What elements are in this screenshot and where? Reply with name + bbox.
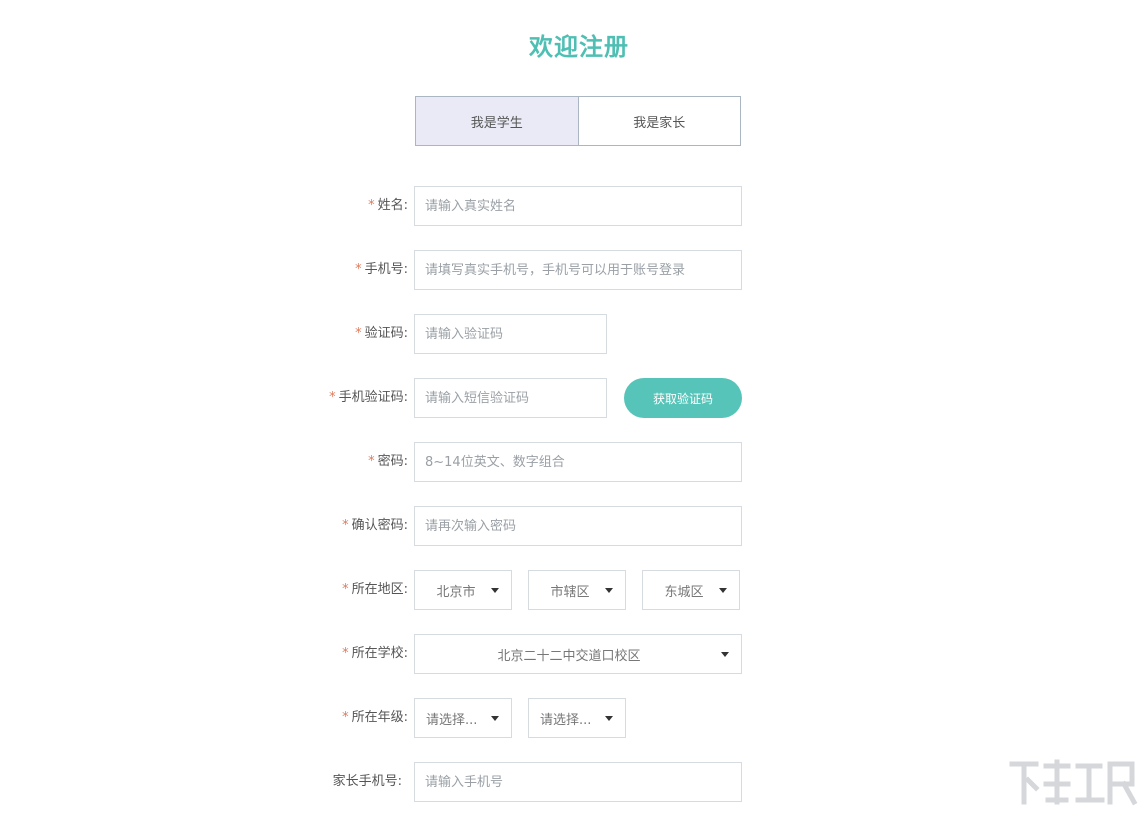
chevron-down-icon: [491, 716, 499, 721]
required-mark: *: [342, 646, 349, 661]
required-mark: *: [342, 710, 349, 725]
parent-phone-row: 家长手机号:: [0, 762, 1144, 802]
captcha-input[interactable]: [414, 314, 607, 354]
register-page: 欢迎注册 我是学生 我是家长 *姓名: *手机号: *验证码: *手机验证码: …: [0, 0, 1144, 814]
name-row: * 姓名:: [0, 186, 1144, 226]
name-label: * 姓名:: [368, 198, 408, 213]
role-tabs: 我是学生 我是家长: [415, 96, 741, 146]
required-mark: *: [342, 518, 349, 533]
required-mark: *: [368, 454, 375, 469]
watermark-logo-icon: [1009, 759, 1138, 806]
sms-code-label: * 手机验证码:: [329, 390, 408, 405]
phone-input[interactable]: [414, 250, 742, 290]
confirm-password-input[interactable]: [414, 506, 742, 546]
school-select[interactable]: 北京二十二中交道口校区: [414, 634, 742, 674]
confirm-password-label: * 确认密码:: [342, 518, 408, 533]
captcha-row: * 验证码:: [0, 314, 1144, 354]
school-value: 北京二十二中交道口校区: [497, 648, 641, 664]
city-select[interactable]: 北京市: [414, 570, 512, 610]
required-mark: *: [355, 262, 362, 277]
name-input[interactable]: [414, 186, 742, 226]
class-select[interactable]: 请选择...: [528, 698, 626, 738]
chevron-down-icon: [605, 716, 613, 721]
region-row: * 所在地区: 北京市 市辖区 东城区: [0, 570, 1144, 610]
school-label: * 所在学校:: [342, 646, 408, 661]
area-select[interactable]: 东城区: [642, 570, 740, 610]
phone-row: * 手机号:: [0, 250, 1144, 290]
parent-phone-input[interactable]: [414, 762, 742, 802]
required-mark: *: [329, 390, 336, 405]
sms-code-input[interactable]: [414, 378, 607, 418]
phone-label: * 手机号:: [355, 262, 408, 277]
chevron-down-icon: [721, 652, 729, 657]
tab-student[interactable]: 我是学生: [416, 97, 579, 145]
password-label: * 密码:: [368, 454, 408, 469]
chevron-down-icon: [719, 588, 727, 593]
password-row: * 密码:: [0, 442, 1144, 482]
grade-label: * 所在年级:: [342, 710, 408, 725]
tab-parent[interactable]: 我是家长: [579, 97, 741, 145]
captcha-label: * 验证码:: [355, 326, 408, 341]
chevron-down-icon: [491, 588, 499, 593]
region-label: * 所在地区:: [342, 582, 408, 597]
grade-select[interactable]: 请选择...: [414, 698, 512, 738]
district-select[interactable]: 市辖区: [528, 570, 626, 610]
sms-code-row: *手机验证码: 获取验证码: [0, 378, 1144, 418]
chevron-down-icon: [605, 588, 613, 593]
get-sms-code-button[interactable]: 获取验证码: [624, 378, 742, 418]
school-row: * 所在学校: 北京二十二中交道口校区: [0, 634, 1144, 674]
required-mark: *: [368, 198, 375, 213]
confirm-password-row: * 确认密码:: [0, 506, 1144, 546]
parent-phone-label: 家长手机号:: [332, 774, 402, 789]
password-input[interactable]: [414, 442, 742, 482]
required-mark: *: [342, 582, 349, 597]
grade-row: * 所在年级: 请选择... 请选择...: [0, 698, 1144, 738]
required-mark: *: [355, 326, 362, 341]
page-title: 欢迎注册: [529, 33, 629, 61]
